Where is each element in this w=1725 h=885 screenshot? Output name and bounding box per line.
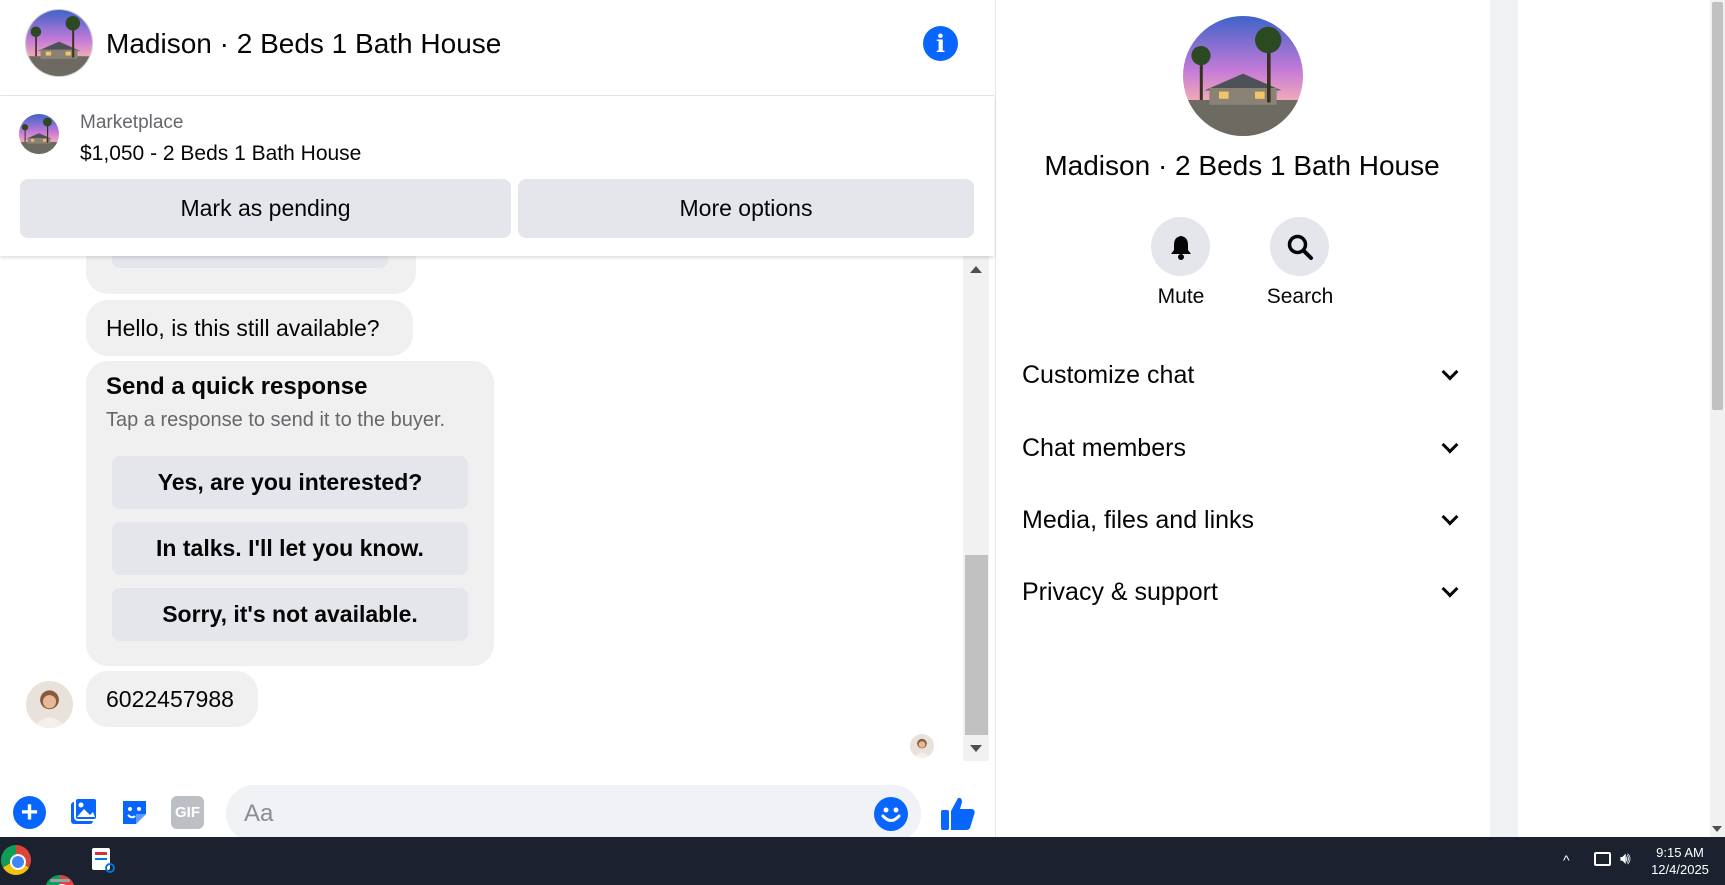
quick-response-title: Send a quick response — [106, 373, 368, 400]
scroll-down-arrow-icon[interactable] — [970, 745, 982, 752]
search-label: Search — [1266, 285, 1334, 308]
plus-icon[interactable]: + — [13, 796, 46, 829]
sticker-icon[interactable] — [118, 796, 151, 829]
clock-time[interactable]: 9:15 AM — [1640, 845, 1720, 860]
chrome-app-icon[interactable] — [1, 845, 31, 875]
page-scroll-down-arrow-icon[interactable] — [1712, 826, 1722, 832]
profile-name: Madison · 2 Beds 1 Bath House — [1044, 150, 1440, 181]
quick-reply-in-talks-button[interactable]: In talks. I'll let you know. — [112, 522, 468, 575]
active-app-indicator — [50, 879, 70, 882]
listing-banner: Marketplace $1,050 - 2 Beds 1 Bath House… — [0, 96, 994, 256]
messages-scrollbar-thumb[interactable] — [965, 555, 988, 735]
message-bubble-phone: 6022457988 — [86, 671, 258, 727]
mute-label: Mute — [1157, 285, 1205, 308]
info-icon[interactable]: i — [923, 26, 958, 61]
mute-button[interactable] — [1151, 217, 1210, 276]
page-scrollbar-thumb[interactable] — [1712, 2, 1723, 410]
network-icon[interactable] — [1594, 852, 1611, 866]
chevron-down-icon — [1441, 580, 1459, 598]
section-label: Media, files and links — [1022, 505, 1255, 534]
quick-reply-interested-button[interactable]: Yes, are you interested? — [112, 456, 468, 509]
page-gutter — [1490, 0, 1518, 837]
section-label: Privacy & support — [1022, 577, 1218, 606]
photo-icon[interactable] — [67, 796, 100, 829]
chevron-down-icon — [1441, 436, 1459, 454]
quick-reply-not-available-button[interactable]: Sorry, it's not available. — [112, 588, 468, 641]
profile-avatar[interactable] — [1183, 16, 1303, 136]
more-options-button[interactable]: More options — [518, 179, 974, 238]
chat-avatar[interactable] — [25, 9, 93, 77]
message-bubble-hello: Hello, is this still available? — [86, 300, 413, 356]
snipping-tool-icon[interactable] — [88, 845, 118, 875]
bell-icon — [1170, 235, 1191, 260]
privacy-support-section[interactable]: Privacy & support — [1022, 562, 1464, 622]
clock-date[interactable]: 12/4/2025 — [1640, 862, 1720, 877]
media-files-links-section[interactable]: Media, files and links — [1022, 490, 1464, 550]
search-icon — [1287, 234, 1313, 260]
emoji-icon[interactable] — [874, 797, 908, 831]
search-button[interactable] — [1270, 217, 1329, 276]
volume-icon[interactable]: 🔊︎ — [1620, 849, 1631, 869]
chat-members-section[interactable]: Chat members — [1022, 418, 1464, 478]
chevron-down-icon — [1441, 363, 1459, 381]
chevron-down-icon — [1441, 508, 1459, 526]
sender-avatar[interactable] — [26, 681, 73, 728]
gif-icon[interactable]: GIF — [171, 796, 204, 829]
section-label: Chat members — [1022, 433, 1186, 462]
taskbar — [0, 837, 1725, 885]
mark-as-pending-button[interactable]: Mark as pending — [20, 179, 511, 238]
quick-response-subtitle: Tap a response to send it to the buyer. — [106, 409, 446, 431]
section-label: Customize chat — [1022, 360, 1195, 389]
tray-chevron-up-icon[interactable]: ^ — [1563, 852, 1570, 868]
message-input[interactable] — [226, 785, 921, 842]
chat-title[interactable]: Madison · 2 Beds 1 Bath House — [106, 28, 501, 60]
listing-price-title[interactable]: $1,050 - 2 Beds 1 Bath House — [80, 142, 361, 166]
chat-header: Madison · 2 Beds 1 Bath House i — [0, 0, 994, 96]
listing-source-label: Marketplace — [80, 112, 184, 133]
thumbs-up-icon[interactable] — [939, 794, 977, 832]
chat-panel: Madison · 2 Beds 1 Bath House i Marketpl… — [0, 0, 994, 842]
scroll-up-arrow-icon[interactable] — [970, 266, 982, 273]
customize-chat-section[interactable]: Customize chat — [1022, 345, 1464, 405]
seen-receipt-avatar — [910, 734, 934, 758]
listing-thumbnail[interactable] — [19, 114, 59, 154]
